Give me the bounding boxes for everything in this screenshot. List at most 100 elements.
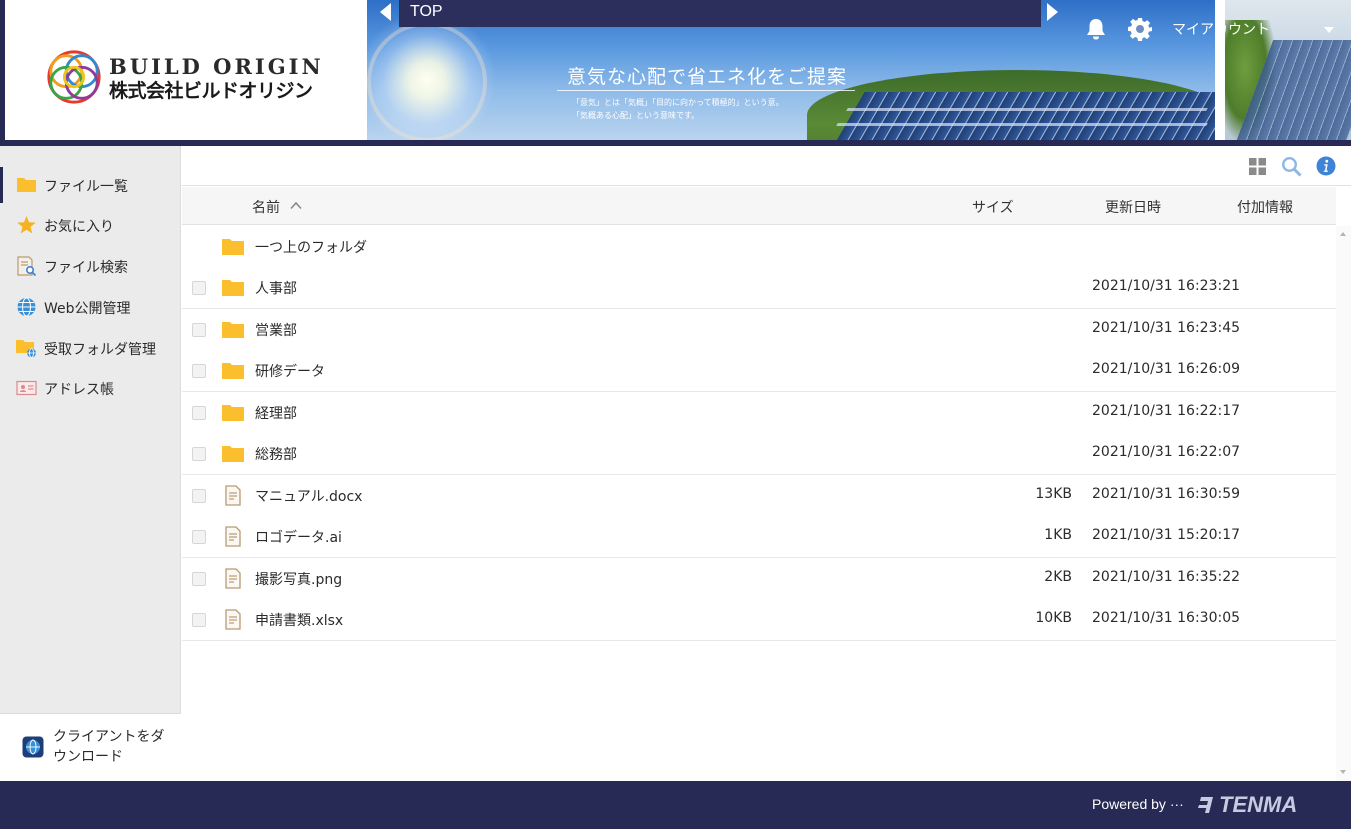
search-icon[interactable] <box>1281 156 1302 177</box>
file-modified-date: 2021/10/31 16:23:45 <box>1092 320 1241 336</box>
top-nav: TOP <box>380 0 1060 27</box>
sort-ascending-icon[interactable] <box>290 201 302 210</box>
folder-icon <box>17 178 36 192</box>
sidebar-item-address-book[interactable]: アドレス帳 <box>0 370 181 406</box>
folder-icon <box>222 322 244 338</box>
table-row[interactable]: マニュアル.docx 13KB 2021/10/31 16:30:59 <box>182 475 1336 517</box>
file-modified-date: 2021/10/31 16:22:07 <box>1092 444 1241 460</box>
sidebar-item-label: Web公開管理 <box>44 301 131 317</box>
folder-icon <box>222 363 244 379</box>
company-logo[interactable]: BUILD ORIGIN 株式会社ビルドオリジン <box>5 0 367 140</box>
row-checkbox[interactable] <box>192 530 206 544</box>
folder-icon <box>222 446 244 462</box>
address-book-icon <box>16 380 37 396</box>
logo-mark-icon <box>47 50 101 104</box>
row-checkbox[interactable] <box>192 613 206 627</box>
sidebar: ファイル一覧 お気に入り ファイル検索 Web公開管理 受取フォルダ管理 アドレ… <box>0 146 181 781</box>
sidebar-item-favorites[interactable]: お気に入り <box>0 207 181 243</box>
nav-prev-arrow-icon[interactable] <box>380 3 391 21</box>
banner-title: 意気な心配で省エネ化をご提案 <box>567 66 848 88</box>
file-name: 研修データ <box>255 364 325 380</box>
sidebar-item-label: お気に入り <box>44 219 114 235</box>
file-modified-date: 2021/10/31 16:22:17 <box>1092 403 1241 419</box>
table-row[interactable]: 申請書類.xlsx 10KB 2021/10/31 16:30:05 <box>182 599 1336 641</box>
document-icon <box>225 485 241 506</box>
file-name: マニュアル.docx <box>255 489 363 505</box>
document-icon <box>225 526 241 547</box>
table-row[interactable]: 営業部 2021/10/31 16:23:45 <box>182 309 1336 351</box>
tenma-brand[interactable]: TENMA <box>1219 792 1297 818</box>
sidebar-item-file-list[interactable]: ファイル一覧 <box>0 167 181 203</box>
top-nav-bar[interactable]: TOP <box>399 0 1041 27</box>
sidebar-item-file-search[interactable]: ファイル検索 <box>0 248 181 284</box>
column-header-name[interactable]: 名前 <box>252 197 280 217</box>
table-row[interactable]: 総務部 2021/10/31 16:22:07 <box>182 433 1336 475</box>
sidebar-item-label: ファイル一覧 <box>44 179 128 195</box>
column-header-extra-info[interactable]: 付加情報 <box>1237 197 1293 217</box>
banner-subtitle-1: 「意気」とは「気概」「目的に向かって積極的」という意。 <box>572 98 784 107</box>
info-icon[interactable] <box>1316 156 1336 176</box>
client-download-icon <box>22 736 44 758</box>
row-checkbox[interactable] <box>192 447 206 461</box>
top-nav-label: TOP <box>410 3 443 20</box>
sidebar-item-web-publish[interactable]: Web公開管理 <box>0 289 181 325</box>
column-header-modified[interactable]: 更新日時 <box>1105 197 1161 217</box>
file-modified-date: 2021/10/31 15:20:17 <box>1092 527 1241 543</box>
table-row[interactable]: 研修データ 2021/10/31 16:26:09 <box>182 350 1336 392</box>
sidebar-item-label: ファイル検索 <box>44 260 128 276</box>
bell-icon[interactable] <box>1085 17 1107 41</box>
folder-icon <box>222 280 244 296</box>
file-modified-date: 2021/10/31 16:23:21 <box>1092 278 1241 294</box>
sidebar-item-label: 受取フォルダ管理 <box>44 342 156 358</box>
table-row[interactable]: 経理部 2021/10/31 16:22:17 <box>182 392 1336 434</box>
file-size: 2KB <box>1044 569 1072 585</box>
footer: Powered by ··· TENMA <box>0 781 1351 829</box>
file-name: 営業部 <box>255 323 297 339</box>
file-name: 総務部 <box>255 447 297 463</box>
sidebar-item-label: アドレス帳 <box>44 382 114 398</box>
my-account-menu[interactable]: マイアカウント <box>1172 19 1270 39</box>
banner-solar-panels <box>837 92 1215 140</box>
table-row[interactable]: ロゴデータ.ai 1KB 2021/10/31 15:20:17 <box>182 516 1336 558</box>
row-checkbox[interactable] <box>192 406 206 420</box>
file-list-panel: 名前 サイズ 更新日時 付加情報 一つ上のフォルダ 人事部 2021/10/31… <box>182 146 1351 781</box>
banner-subtitle-2: 「気概ある心配」という意味です。 <box>572 111 700 120</box>
row-checkbox[interactable] <box>192 281 206 295</box>
file-modified-date: 2021/10/31 16:35:22 <box>1092 569 1241 585</box>
file-name: 一つ上のフォルダ <box>255 240 367 256</box>
row-checkbox[interactable] <box>192 323 206 337</box>
parent-folder-row[interactable]: 一つ上のフォルダ <box>182 226 1336 268</box>
column-header-size[interactable]: サイズ <box>972 197 1014 217</box>
file-modified-date: 2021/10/31 16:26:09 <box>1092 361 1241 377</box>
folder-icon <box>222 239 244 255</box>
row-checkbox[interactable] <box>192 572 206 586</box>
globe-icon <box>17 297 36 317</box>
toolbar <box>182 146 1351 186</box>
scroll-down-arrow-icon[interactable] <box>1340 770 1346 774</box>
file-size: 10KB <box>1035 610 1072 626</box>
file-search-icon <box>17 256 37 276</box>
grid-view-icon[interactable] <box>1249 158 1266 175</box>
file-name: 人事部 <box>255 281 297 297</box>
gear-icon[interactable] <box>1128 17 1152 41</box>
banner-panel-line <box>846 108 1208 111</box>
scroll-up-arrow-icon[interactable] <box>1340 232 1346 236</box>
file-name: ロゴデータ.ai <box>255 530 342 546</box>
row-checkbox[interactable] <box>192 364 206 378</box>
folder-icon <box>222 405 244 421</box>
table-row[interactable]: 撮影写真.png 2KB 2021/10/31 16:35:22 <box>182 558 1336 600</box>
download-client-label: クライアントをダウンロード <box>53 729 165 765</box>
download-client-button[interactable]: クライアントをダウンロード <box>0 713 181 781</box>
row-checkbox[interactable] <box>192 489 206 503</box>
sidebar-item-receive-folder[interactable]: 受取フォルダ管理 <box>0 330 181 366</box>
logo-text-jp: 株式会社ビルドオリジン <box>109 80 313 102</box>
table-row[interactable]: 人事部 2021/10/31 16:23:21 <box>182 267 1336 309</box>
banner-panel-line <box>836 123 1208 126</box>
nav-next-arrow-icon[interactable] <box>1047 3 1058 21</box>
document-icon <box>225 609 241 630</box>
vertical-scrollbar[interactable] <box>1336 226 1351 781</box>
banner-divider <box>557 90 855 91</box>
header: BUILD ORIGIN 株式会社ビルドオリジン 意気な心配で省エネ化をご提案 … <box>0 0 1351 146</box>
chevron-down-icon[interactable] <box>1324 27 1334 33</box>
file-name: 撮影写真.png <box>255 572 343 588</box>
